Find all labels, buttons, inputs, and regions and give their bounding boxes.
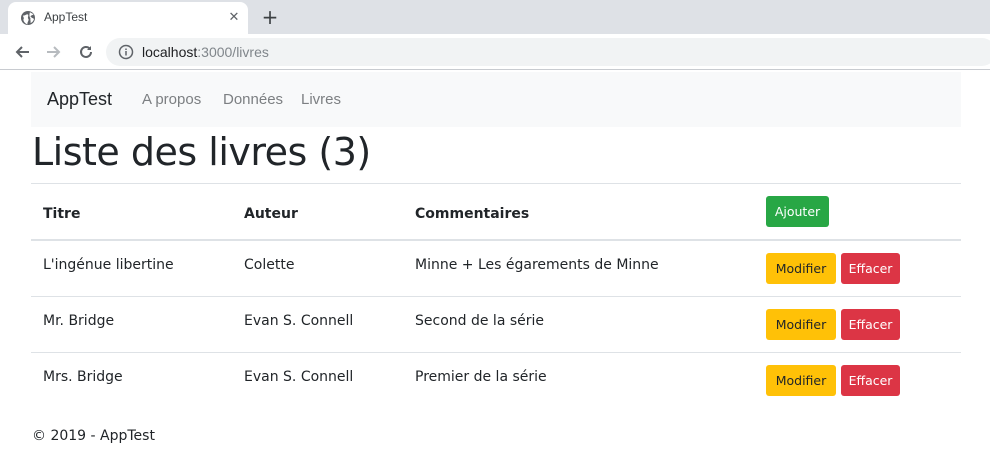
nav-link-donnees[interactable]: Données — [223, 91, 283, 108]
cell-commentaires: Minne + Les égarements de Minne — [415, 257, 659, 273]
url-host: localhost — [142, 44, 198, 60]
cell-titre: Mrs. Bridge — [43, 369, 123, 385]
cell-auteur: Evan S. Connell — [244, 313, 354, 329]
cell-auteur: Colette — [244, 257, 295, 273]
cell-commentaires: Premier de la série — [415, 369, 547, 385]
cell-commentaires: Second de la série — [415, 313, 545, 329]
browser-toolbar: localhost:3000/livres — [0, 34, 990, 70]
page-title: Liste des livres (3) — [32, 130, 371, 174]
header-titre: Titre — [43, 206, 81, 222]
delete-button[interactable]: Effacer — [841, 365, 900, 396]
row-divider — [31, 352, 961, 353]
header-commentaires: Commentaires — [415, 206, 530, 222]
globe-icon — [20, 10, 36, 26]
cell-titre: Mr. Bridge — [43, 313, 115, 329]
tab-strip: AppTest ✕ + — [0, 0, 990, 34]
close-tab-icon[interactable]: ✕ — [226, 10, 242, 26]
info-icon[interactable] — [118, 44, 134, 60]
delete-button[interactable]: Effacer — [841, 253, 900, 284]
edit-button[interactable]: Modifier — [766, 253, 836, 284]
new-tab-button[interactable]: + — [258, 5, 282, 29]
cell-auteur: Evan S. Connell — [244, 369, 354, 385]
footer-text: © 2019 - AppTest — [32, 428, 155, 444]
url-path: :3000/livres — [197, 44, 269, 60]
table-header-border — [31, 239, 961, 241]
address-bar[interactable]: localhost:3000/livres — [106, 38, 990, 66]
navbar-brand[interactable]: AppTest — [47, 89, 112, 110]
reload-icon[interactable] — [74, 40, 98, 64]
add-button[interactable]: Ajouter — [766, 196, 829, 227]
forward-arrow-icon[interactable] — [42, 40, 66, 64]
nav-link-livres[interactable]: Livres — [301, 91, 341, 108]
url-text[interactable]: localhost:3000/livres — [142, 44, 269, 60]
back-arrow-icon[interactable] — [10, 40, 34, 64]
app-navbar: AppTest A propos Données Livres — [31, 72, 961, 127]
browser-tab[interactable]: AppTest ✕ — [8, 2, 248, 34]
delete-button[interactable]: Effacer — [841, 309, 900, 340]
nav-link-a-propos[interactable]: A propos — [142, 91, 201, 108]
cell-titre: L'ingénue libertine — [43, 257, 174, 273]
row-divider — [31, 296, 961, 297]
edit-button[interactable]: Modifier — [766, 309, 836, 340]
edit-button[interactable]: Modifier — [766, 365, 836, 396]
table-top-border — [31, 183, 961, 184]
header-auteur: Auteur — [244, 206, 298, 222]
tab-title: AppTest — [44, 10, 88, 24]
